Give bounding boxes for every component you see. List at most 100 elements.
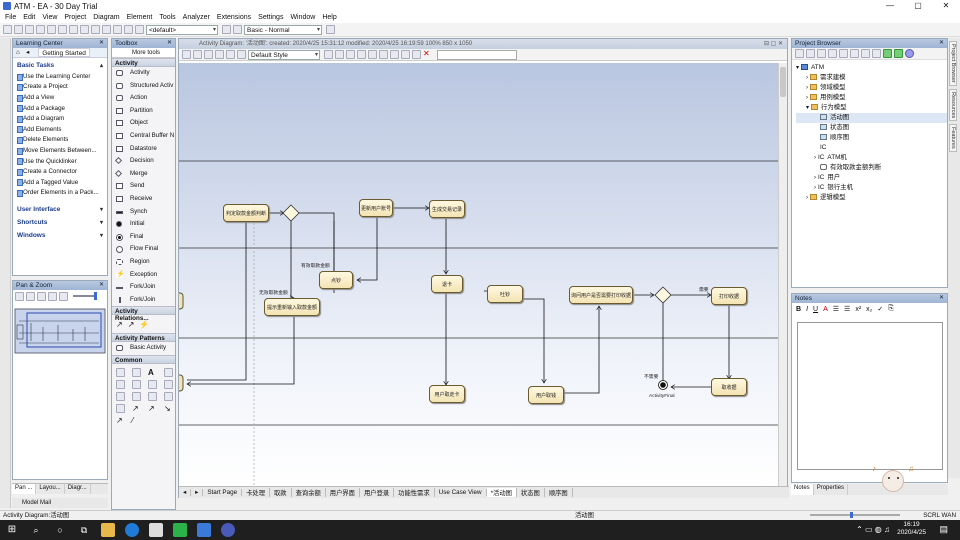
menu-element[interactable]: Element — [127, 14, 153, 21]
file-explorer-icon[interactable] — [101, 523, 115, 537]
tab-diagram[interactable]: 用户登录 — [360, 488, 395, 497]
back-icon[interactable]: ◂ — [23, 48, 32, 57]
print-icon[interactable] — [36, 25, 45, 34]
collapse-icon[interactable]: › — [814, 185, 816, 191]
interrupt-flow-icon[interactable]: ⚡ — [139, 320, 149, 329]
tree-item[interactable]: IC — [796, 143, 947, 153]
tab-diagram[interactable]: 取款 — [270, 488, 292, 497]
refresh-icon[interactable] — [390, 50, 399, 59]
tool-partition[interactable]: Partition — [112, 105, 175, 118]
menu-view[interactable]: View — [42, 14, 57, 21]
new-package-icon[interactable] — [795, 49, 804, 58]
tab-diagram[interactable]: 查询余额 — [292, 488, 326, 497]
tab-notes[interactable]: Notes — [791, 484, 814, 495]
delete-icon[interactable] — [850, 49, 859, 58]
tool-fork-join-v[interactable]: Fork/Join — [112, 294, 175, 307]
action-node[interactable]: 判定取款金额判断 — [223, 204, 269, 222]
menu-diagram[interactable]: Diagram — [93, 14, 119, 21]
settings-icon[interactable] — [113, 25, 122, 34]
collapse-icon[interactable]: › — [806, 95, 808, 101]
tree-item[interactable]: › 用例模型 — [796, 93, 947, 103]
notification-icon[interactable]: ▤ — [939, 524, 948, 535]
italic-icon[interactable]: I — [806, 306, 808, 313]
delete-icon[interactable]: ✕ — [423, 50, 432, 59]
close-icon[interactable]: ✕ — [167, 39, 172, 48]
tab-getting-started[interactable]: Getting Started — [38, 48, 90, 57]
tool-structured-activity[interactable]: Structured Activ — [112, 80, 175, 93]
tool-send[interactable]: Send — [112, 180, 175, 193]
zoom-out-icon[interactable] — [26, 291, 35, 301]
tab-diagram[interactable]: 状态图 — [517, 488, 545, 497]
close-icon[interactable]: ✕ — [99, 281, 104, 290]
swap-icon[interactable] — [412, 50, 421, 59]
align-icon[interactable] — [182, 50, 191, 59]
collapse-icon[interactable]: › — [806, 75, 808, 81]
action-node[interactable]: 用户取走卡 — [429, 385, 465, 403]
search-icon[interactable]: ⌕ — [29, 523, 43, 537]
notelink-icon[interactable]: ↗ — [116, 416, 125, 425]
action-node[interactable]: 询问用户是否需要打印收据 — [569, 286, 633, 304]
legend-icon[interactable] — [116, 379, 125, 389]
text-a-icon[interactable]: A — [148, 368, 157, 377]
diagram-canvas[interactable]: 判定取款金额判断 更新用户账号 生成交易记录 点钞 提示重新输入取款金额 退卡 … — [179, 63, 779, 488]
scroll-thumb[interactable] — [780, 67, 786, 97]
style-select[interactable]: Default Style — [248, 49, 320, 60]
redo-icon[interactable] — [91, 25, 100, 34]
underline-icon[interactable]: U — [813, 306, 818, 313]
open-icon[interactable] — [14, 25, 23, 34]
find-icon[interactable] — [102, 25, 111, 34]
chevron-down-icon[interactable]: ▾ — [100, 232, 103, 239]
layout-icon[interactable] — [124, 25, 133, 34]
properties-icon[interactable] — [839, 49, 848, 58]
windows-start-icon[interactable]: ⊞ — [5, 523, 19, 537]
number-list-icon[interactable]: ☰ — [844, 305, 850, 313]
new-icon[interactable] — [3, 25, 12, 34]
action-node[interactable]: 取收据 — [711, 378, 747, 396]
menu-window[interactable]: Window — [290, 14, 315, 21]
tab-nav-right[interactable]: ▸ — [191, 489, 204, 496]
tab-properties[interactable]: Properties — [814, 484, 849, 495]
tree-item[interactable]: 顺序图 — [796, 133, 947, 143]
collapse-icon[interactable]: › — [806, 195, 808, 201]
system-tray-icons[interactable]: ⌃ ▭ ◍ ♫ — [856, 525, 890, 534]
zoom-icon[interactable] — [335, 50, 344, 59]
cortana-icon[interactable]: ○ — [53, 523, 67, 537]
package-icon[interactable] — [148, 379, 157, 389]
side-tab-resources[interactable]: Resources — [949, 88, 957, 122]
action-node[interactable]: 点钞 — [319, 271, 353, 289]
zoom-fit-icon[interactable] — [37, 291, 46, 301]
diagram-search-input[interactable] — [437, 49, 517, 60]
tab-layout[interactable]: Layou... — [36, 484, 65, 494]
toolbox-group-activity[interactable]: Activity — [112, 58, 175, 67]
tree-item[interactable]: › 逻辑模型 — [796, 193, 947, 203]
tab-pan-zoom[interactable]: Pan ... — [12, 484, 37, 494]
tab-diagram[interactable]: Diagr... — [65, 484, 91, 494]
edge-icon[interactable] — [125, 523, 139, 537]
folder-icon[interactable] — [132, 391, 141, 401]
link-icon[interactable]: ↘ — [164, 404, 173, 413]
task-item[interactable]: Add Elements — [13, 124, 107, 135]
toolbox-search[interactable]: More tools — [112, 48, 175, 58]
zoom-width-icon[interactable] — [59, 291, 68, 301]
tree-item[interactable]: › 领域模型 — [796, 83, 947, 93]
wechat-icon[interactable] — [173, 523, 187, 537]
notes-textarea[interactable] — [797, 322, 943, 470]
action-node[interactable]: 提示重新输入取款金额 — [264, 298, 320, 316]
realize-icon[interactable]: ⁄ — [132, 416, 141, 425]
menu-help[interactable]: Help — [322, 14, 336, 21]
move-up-icon[interactable] — [883, 49, 892, 58]
undo-icon[interactable] — [80, 25, 89, 34]
brush-icon[interactable] — [237, 50, 246, 59]
expand-icon[interactable]: ▾ — [806, 105, 809, 111]
tree-item-selected[interactable]: 活动图 — [796, 113, 947, 123]
text-color-icon[interactable]: A — [823, 306, 828, 313]
tree-item[interactable]: › 需求建模 — [796, 73, 947, 83]
menu-edit[interactable]: Edit — [23, 14, 35, 21]
side-tab-features[interactable]: Features — [949, 124, 957, 152]
tool-exception[interactable]: ⚡ Exception — [112, 269, 175, 282]
action-node[interactable]: 生成交易记录 — [429, 200, 465, 218]
globe-icon[interactable] — [905, 49, 914, 58]
tool-region[interactable]: Region — [112, 256, 175, 269]
layout-icon[interactable] — [324, 50, 333, 59]
tree-item[interactable]: 状态图 — [796, 123, 947, 133]
